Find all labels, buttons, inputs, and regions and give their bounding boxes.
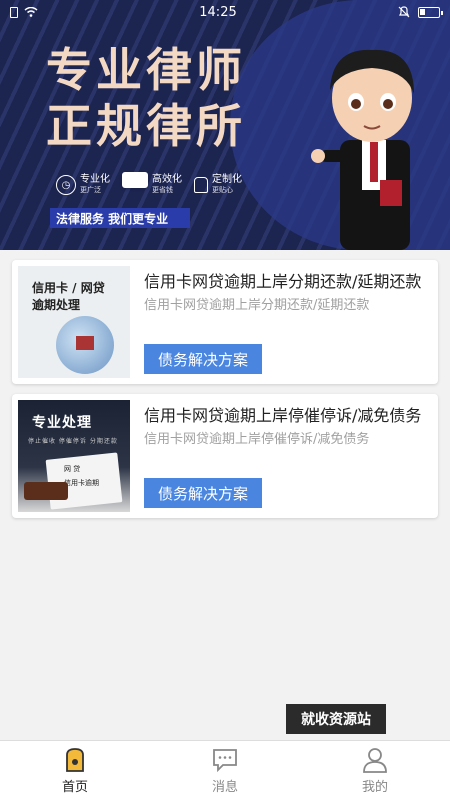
nav-profile[interactable]: 我的: [300, 741, 450, 800]
bell-off-icon: [398, 6, 410, 18]
debt-solution-button[interactable]: 债务解决方案: [144, 344, 262, 374]
wifi-icon: [24, 7, 38, 17]
banner-title: 专业律师 正规律所: [46, 42, 246, 154]
clock-icon: ◷: [56, 175, 76, 195]
nav-home[interactable]: 首页: [0, 741, 150, 800]
feature-main: 定制化: [212, 174, 242, 185]
article-description: 信用卡网贷逾期上岸分期还款/延期还款: [144, 298, 370, 313]
thumbnail-item-online-loan: 网 贷: [64, 465, 81, 473]
article-list: 信用卡 / 网贷 逾期处理 信用卡网贷逾期上岸分期还款/延期还款 信用卡网贷逾期…: [12, 260, 438, 528]
banner-title-line1: 专业律师: [46, 43, 246, 97]
debt-solution-button[interactable]: 债务解决方案: [144, 478, 262, 508]
article-thumbnail: 信用卡 / 网贷 逾期处理: [18, 266, 130, 378]
cartoon-lawyer-illustration: [311, 49, 414, 250]
article-description: 信用卡网贷逾期上岸停催停诉/减免债务: [144, 432, 370, 447]
thumbnail-title: 专业处理: [32, 415, 92, 431]
thumbnail-title-line2: 逾期处理: [32, 298, 81, 312]
nav-messages-label: 消息: [211, 779, 238, 795]
user-icon: [363, 747, 387, 773]
feature-main: 高效化: [152, 174, 182, 185]
card-icon: [122, 172, 148, 188]
feature-sub: 更贴心: [212, 186, 233, 194]
message-icon: [213, 748, 237, 772]
status-bar: 14:25: [0, 0, 450, 24]
banner-tagline: 法律服务 我们更专业: [50, 208, 190, 228]
feature-professional: ◷ 专业化 更广泛: [56, 172, 110, 198]
feature-sub: 更广泛: [80, 186, 101, 194]
lock-icon: [194, 177, 208, 193]
watermark-label: 就收资源站: [286, 704, 386, 734]
nav-home-label: 首页: [61, 779, 88, 795]
article-title[interactable]: 信用卡网贷逾期上岸分期还款/延期还款: [144, 268, 430, 292]
bottom-navigation: 首页 消息 我的: [0, 740, 450, 800]
status-time: 14:25: [199, 4, 237, 20]
feature-main: 专业化: [80, 174, 110, 185]
nav-messages[interactable]: 消息: [150, 741, 300, 800]
sim-card-icon: [10, 6, 18, 18]
article-title[interactable]: 信用卡网贷逾期上岸停催停诉/减免债务: [144, 402, 430, 426]
feature-row: ◷ 专业化 更广泛 高效化 更省钱 定制化 更贴心: [56, 172, 242, 198]
hero-banner[interactable]: 专业律师 正规律所 ◷ 专业化 更广泛 高效化 更省钱 定制化 更贴心 法律服务…: [0, 0, 450, 250]
battery-icon: [418, 6, 443, 18]
feature-efficient: 高效化 更省钱: [122, 172, 182, 198]
feature-sub: 更省钱: [152, 186, 173, 194]
nav-profile-label: 我的: [361, 779, 388, 795]
home-icon: [66, 747, 84, 772]
thumbnail-item-credit-card: 信用卡逾期: [64, 479, 99, 487]
feature-custom: 定制化 更贴心: [194, 172, 242, 198]
article-card[interactable]: 信用卡 / 网贷 逾期处理 信用卡网贷逾期上岸分期还款/延期还款 信用卡网贷逾期…: [12, 260, 438, 384]
thumbnail-title-line1: 信用卡 / 网贷: [32, 281, 105, 295]
banner-title-line2: 正规律所: [46, 99, 246, 153]
thumbnail-title: 信用卡 / 网贷 逾期处理: [32, 280, 105, 314]
house-graphic: [76, 336, 94, 350]
article-card[interactable]: 专业处理 停止催收 停催停诉 分期还款 网 贷 信用卡逾期 信用卡网贷逾期上岸停…: [12, 394, 438, 518]
gavel-icon: [24, 482, 68, 500]
thumbnail-subtitle: 停止催收 停催停诉 分期还款: [28, 438, 118, 445]
article-thumbnail: 专业处理 停止催收 停催停诉 分期还款 网 贷 信用卡逾期: [18, 400, 130, 512]
